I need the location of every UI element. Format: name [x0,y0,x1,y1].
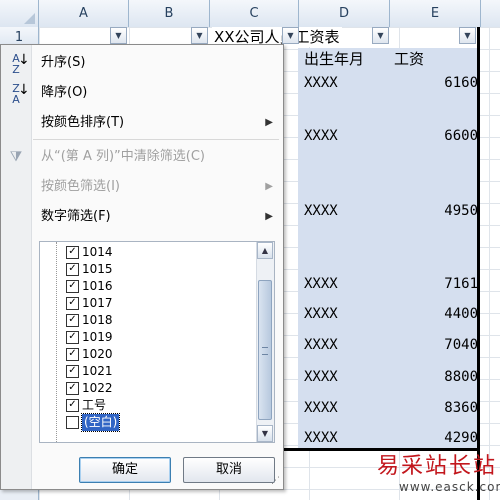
filter-dropdown-a[interactable]: ▼ [110,27,127,44]
checkbox[interactable]: ✓ [66,365,79,378]
sort-descending-icon: Z A ↓ [12,82,30,106]
list-item-label: 1017 [82,296,113,310]
checkbox[interactable]: ✓ [66,263,79,276]
checkbox[interactable]: ✓ [66,297,79,310]
cell-birth[interactable]: XXXX [304,430,338,446]
cell-salary[interactable]: 6160 [398,75,478,91]
checkbox[interactable]: ✓ [66,280,79,293]
grip-icon [262,347,268,355]
menu-separator [33,139,279,140]
list-item-label: 1022 [82,381,113,395]
cell-salary[interactable]: 4950 [398,203,478,219]
menu-item-clear-filter[interactable]: 从“(第 A 列)”中清除筛选(C) [31,143,281,171]
menu-item-label: 降序(O) [41,85,88,100]
checkbox[interactable]: ✓ [66,314,79,327]
cell-birth[interactable]: XXXX [304,306,338,322]
scrollbar-thumb[interactable] [258,280,272,420]
cell-birth[interactable]: XXXX [304,337,338,353]
filter-value-list[interactable]: ✓ 1014 ✓ 1015 ✓ 1016 ✓ 1017 ✓ 1018 ✓ 1019 ✓ 102… [39,241,275,443]
cell-birth[interactable]: XXXX [304,276,338,292]
checkbox[interactable]: ✓ [66,331,79,344]
checkbox[interactable]: ✓ [66,246,79,259]
chevron-down-icon: ▼ [196,31,203,40]
header-cell-salary[interactable]: 工资 [394,48,424,70]
checkbox[interactable]: ✓ [66,382,79,395]
menu-item-label: 数字筛选(F) [41,209,111,224]
submenu-arrow-icon: ▶ [265,211,273,222]
data-region-shading [298,48,478,448]
scroll-down-button[interactable]: ▼ [257,425,273,442]
cell-salary[interactable]: 6600 [398,128,478,144]
list-item-label: 1015 [82,262,113,276]
chevron-up-icon: ▲ [261,246,269,255]
list-scrollbar[interactable]: ▲ ▼ [256,242,274,442]
column-header-a[interactable]: A [39,0,129,27]
cell-salary[interactable]: 8360 [398,400,478,416]
list-item-label: 1016 [82,279,113,293]
list-item-label: 1018 [82,313,113,327]
checkbox[interactable]: ✓ [66,348,79,361]
cell-birth[interactable]: XXXX [304,75,338,91]
menu-item-label: 按颜色筛选(I) [41,179,120,194]
cell-salary[interactable]: 7040 [398,337,478,353]
menu-icon-gutter [1,45,32,489]
filter-dropdown-e[interactable]: ▼ [459,27,476,44]
scroll-up-button[interactable]: ▲ [257,242,273,259]
cell-birth[interactable]: XXXX [304,369,338,385]
menu-item-sort-descending[interactable]: 降序(O) [31,79,281,107]
filter-dropdown-b[interactable]: ▼ [191,27,208,44]
menu-item-label: 按颜色排序(T) [41,115,125,130]
menu-item-number-filters[interactable]: 数字筛选(F) ▶ [31,203,281,231]
column-header-e[interactable]: E [390,0,481,27]
list-item-label: 1019 [82,330,113,344]
watermark-logo: 易采站长站 www.easck.com [377,448,500,500]
clear-filter-icon: ⧩ [9,149,23,165]
chevron-down-icon: ▼ [115,31,122,40]
submenu-arrow-icon: ▶ [265,181,273,192]
header-cell-birth[interactable]: 出生年月 [304,48,364,70]
list-item-label: 1021 [82,364,113,378]
chevron-down-icon: ▼ [464,31,471,40]
tree-guide-line [56,242,58,442]
chevron-down-icon: ▼ [261,429,269,438]
menu-item-label: 从“(第 A 列)”中清除筛选(C) [41,149,205,164]
list-item-label: (空白) [80,413,121,432]
chevron-down-icon: ▼ [377,31,384,40]
cell-salary[interactable]: 4400 [398,306,478,322]
checkbox[interactable]: ✓ [66,399,79,412]
sort-ascending-icon: A Z ↓ [12,52,30,76]
menu-item-filter-by-color[interactable]: 按颜色筛选(I) ▶ [31,173,281,201]
autofilter-menu: A Z ↓ 升序(S) Z A ↓ 降序(O) 按颜色排序(T) ▶ ⧩ 从“(第 A 列… [0,44,284,490]
column-header-bar: A B C D E [0,0,500,28]
ok-button[interactable]: 确定 [79,457,171,483]
cell-birth[interactable]: XXXX [304,128,338,144]
menu-item-label: 升序(S) [41,55,86,70]
watermark-url: www.easck.com [399,480,500,494]
resize-grip-icon[interactable]: ⋰ [271,477,281,487]
cell-birth[interactable]: XXXX [304,400,338,416]
cell-salary[interactable]: 4290 [398,430,478,446]
watermark-title: 易采站长站 [377,454,498,479]
list-item-label: 1014 [82,245,113,259]
checkbox[interactable] [66,416,79,429]
cell-birth[interactable]: XXXX [304,203,338,219]
column-header-b[interactable]: B [129,0,210,27]
column-header-d[interactable]: D [299,0,390,27]
list-item-label: 1020 [82,347,113,361]
filter-dropdown-d[interactable]: ▼ [372,27,389,44]
cancel-button[interactable]: 取消 [183,457,275,483]
submenu-arrow-icon: ▶ [265,117,273,128]
column-header-c[interactable]: C [210,0,299,27]
chevron-down-icon: ▼ [287,31,294,40]
menu-item-sort-by-color[interactable]: 按颜色排序(T) ▶ [31,109,281,137]
select-all-triangle-icon [24,13,35,24]
cell-salary[interactable]: 7161 [398,276,478,292]
filter-dropdown-c[interactable]: ▼ [282,27,299,44]
menu-item-sort-ascending[interactable]: 升序(S) [31,49,281,77]
select-all-corner[interactable] [0,0,39,27]
list-item-label: 工号 [82,398,107,412]
cell-salary[interactable]: 8800 [398,369,478,385]
